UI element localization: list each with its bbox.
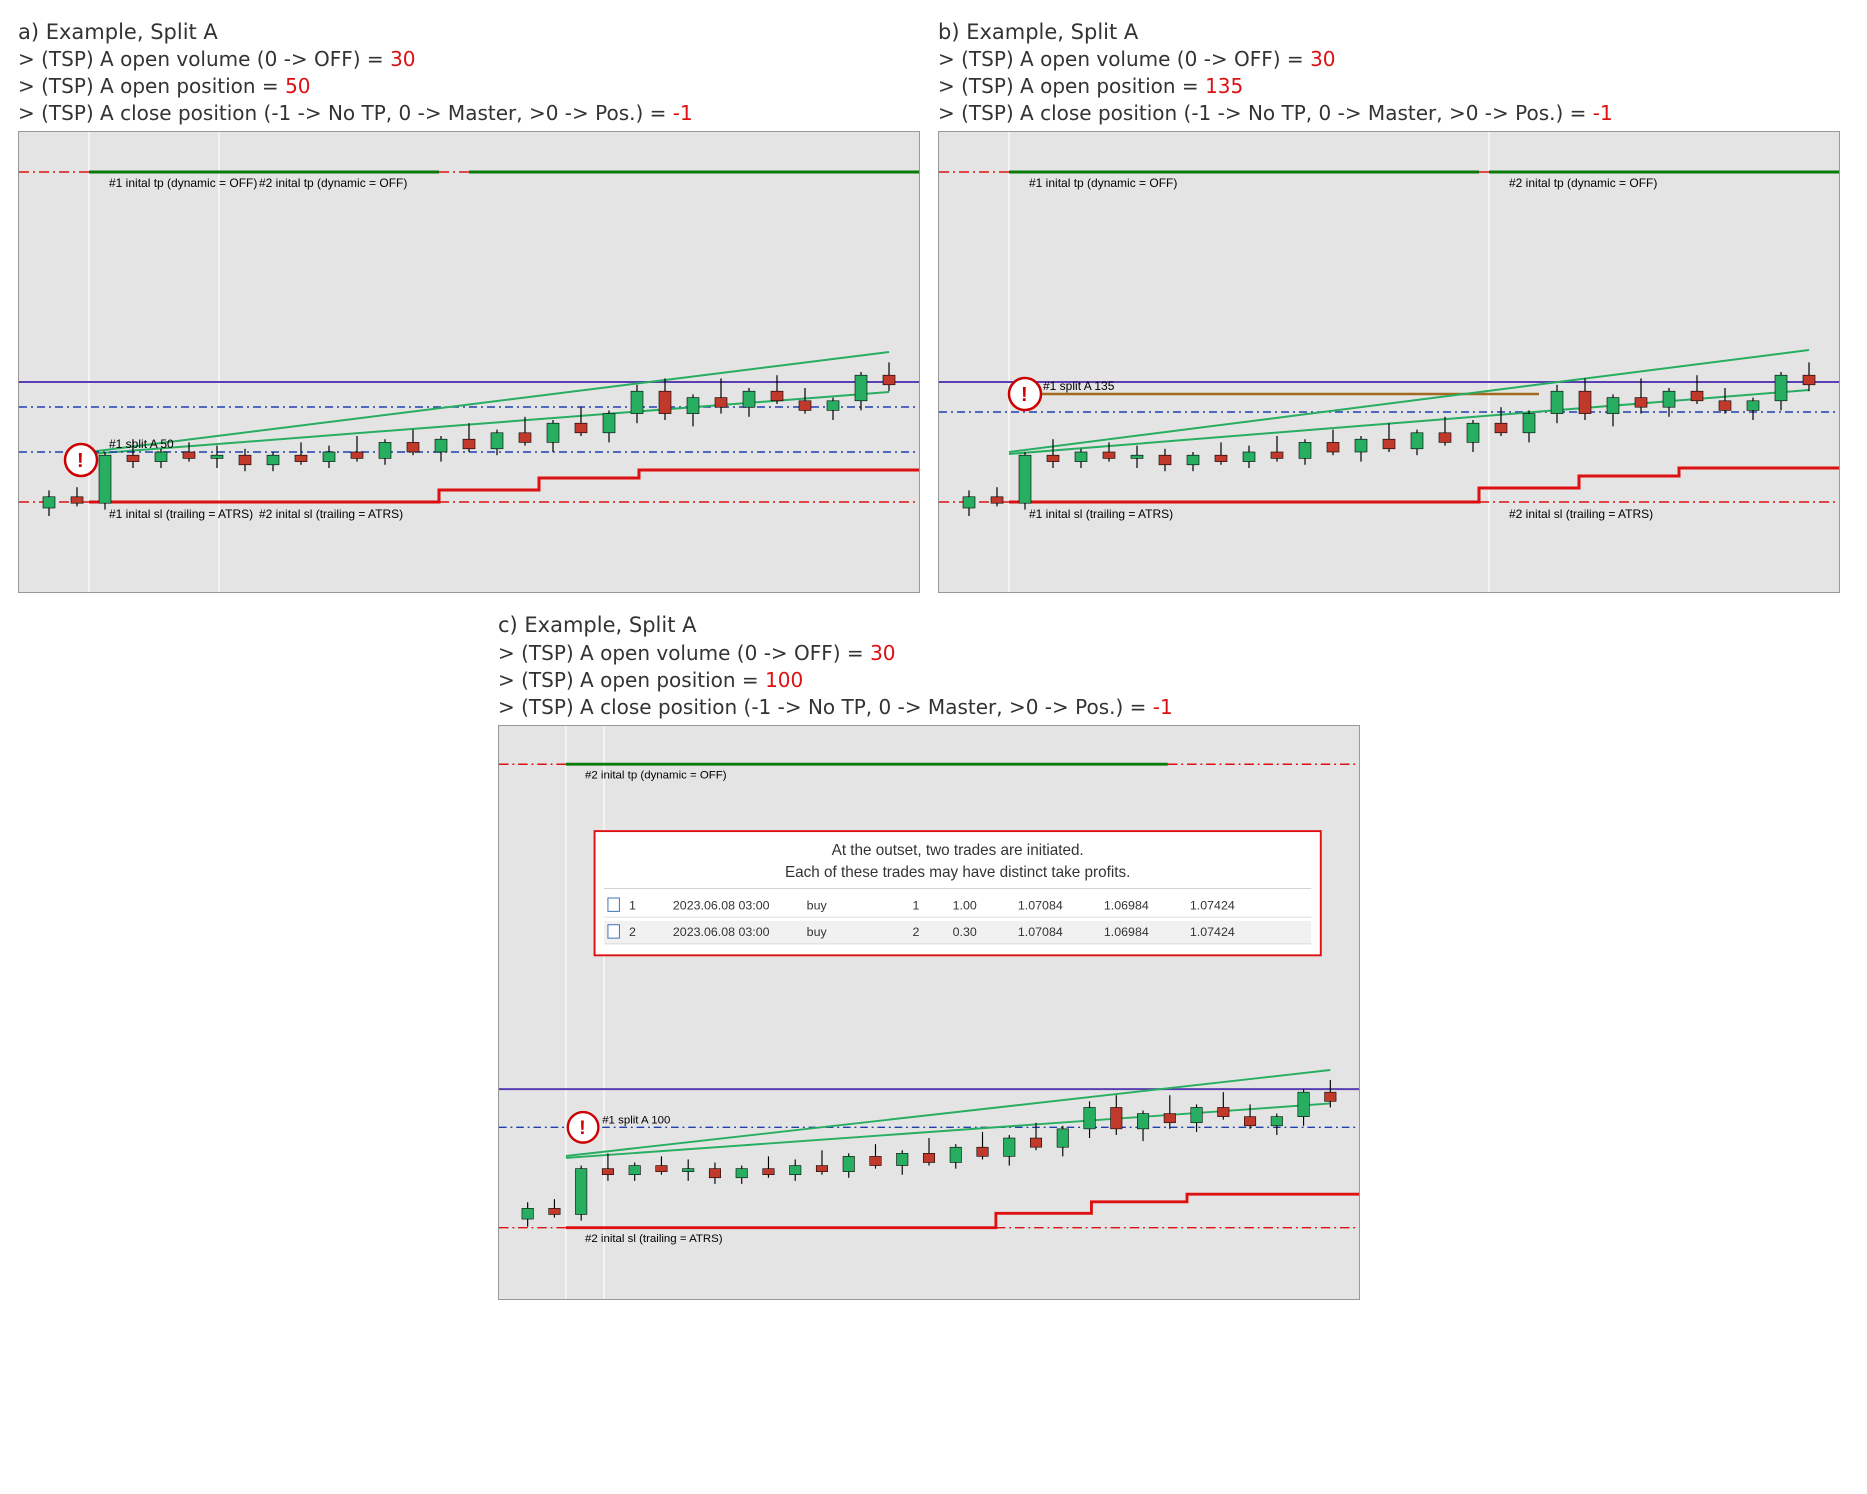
- chart-c-svg: #2 inital tp (dynamic = OFF) At the outs…: [499, 726, 1359, 1299]
- example-b-param-1: > (TSP) A open volume (0 -> OFF) = 30: [938, 46, 1838, 73]
- table-cell: 1: [913, 898, 920, 912]
- ann-sl1: #1 inital sl (trailing = ATRS): [1029, 507, 1173, 521]
- example-a-param-2: > (TSP) A open position = 50: [18, 73, 918, 100]
- page-icon: [608, 924, 619, 937]
- table-cell: 1.07084: [1018, 898, 1063, 912]
- table-cell: buy: [807, 898, 828, 912]
- table-cell: 1.07084: [1018, 925, 1063, 939]
- example-b-param-2: > (TSP) A open position = 135: [938, 73, 1838, 100]
- page-icon: [608, 898, 619, 911]
- param-label: > (TSP) A open position =: [18, 74, 285, 98]
- chart-a[interactable]: #1 inital tp (dynamic = OFF) #2 inital t…: [18, 131, 920, 593]
- ann-tp: #2 inital tp (dynamic = OFF): [585, 769, 727, 781]
- example-a-param-3: > (TSP) A close position (-1 -> No TP, 0…: [18, 100, 918, 127]
- param-value: 50: [285, 74, 310, 98]
- example-c-captions: c) Example, Split A > (TSP) A open volum…: [498, 611, 1358, 720]
- param-label: > (TSP) A close position (-1 -> No TP, 0…: [938, 101, 1593, 125]
- example-b-title: b) Example, Split A: [938, 18, 1838, 46]
- param-label: > (TSP) A close position (-1 -> No TP, 0…: [18, 101, 673, 125]
- trades-caption-line1: At the outset, two trades are initiated.: [832, 842, 1084, 859]
- example-a-captions: a) Example, Split A > (TSP) A open volum…: [18, 18, 918, 127]
- ann-split: #1 split A 100: [602, 1114, 670, 1126]
- marker-glyph: !: [1021, 384, 1028, 406]
- param-value: 100: [765, 668, 803, 692]
- chart-a-svg: #1 inital tp (dynamic = OFF) #2 inital t…: [19, 132, 919, 592]
- ann-tp1: #1 inital tp (dynamic = OFF): [109, 176, 257, 190]
- table-cell: 1.00: [953, 898, 977, 912]
- ann-tp1: #1 inital tp (dynamic = OFF): [1029, 176, 1177, 190]
- ann-sl2: #2 inital sl (trailing = ATRS): [1509, 507, 1653, 521]
- param-label: > (TSP) A open volume (0 -> OFF) =: [938, 47, 1310, 71]
- example-c-title: c) Example, Split A: [498, 611, 1358, 639]
- param-label: > (TSP) A open volume (0 -> OFF) =: [498, 641, 870, 665]
- marker-glyph: !: [579, 1118, 585, 1139]
- param-value: -1: [1593, 101, 1613, 125]
- example-b: b) Example, Split A > (TSP) A open volum…: [938, 18, 1838, 593]
- chart-b[interactable]: #1 inital tp (dynamic = OFF) #2 inital t…: [938, 131, 1840, 593]
- param-label: > (TSP) A close position (-1 -> No TP, 0…: [498, 695, 1153, 719]
- table-cell: 1.07424: [1190, 898, 1235, 912]
- param-value: 135: [1205, 74, 1243, 98]
- chart-c[interactable]: #2 inital tp (dynamic = OFF) At the outs…: [498, 725, 1360, 1300]
- ann-tp2: #2 inital tp (dynamic = OFF): [1509, 176, 1657, 190]
- table-cell: 1.06984: [1104, 925, 1149, 939]
- param-label: > (TSP) A open position =: [498, 668, 765, 692]
- example-c-param-3: > (TSP) A close position (-1 -> No TP, 0…: [498, 694, 1358, 721]
- table-cell: 1.06984: [1104, 898, 1149, 912]
- table-cell: 1.07424: [1190, 925, 1235, 939]
- table-cell: 1: [629, 898, 636, 912]
- example-a: a) Example, Split A > (TSP) A open volum…: [18, 18, 918, 593]
- marker-glyph: !: [77, 450, 84, 472]
- example-c-param-2: > (TSP) A open position = 100: [498, 667, 1358, 694]
- param-value: -1: [673, 101, 693, 125]
- table-cell: buy: [807, 925, 828, 939]
- table-cell: 2: [913, 925, 920, 939]
- table-cell: 2023.06.08 03:00: [673, 925, 770, 939]
- table-cell: 0.30: [953, 925, 977, 939]
- example-a-title: a) Example, Split A: [18, 18, 918, 46]
- example-b-param-3: > (TSP) A close position (-1 -> No TP, 0…: [938, 100, 1838, 127]
- ann-split: #1 split A 135: [1043, 379, 1115, 393]
- chart-b-svg: #1 inital tp (dynamic = OFF) #2 inital t…: [939, 132, 1839, 592]
- example-c: c) Example, Split A > (TSP) A open volum…: [498, 611, 1358, 1300]
- param-value: 30: [870, 641, 895, 665]
- table-cell: 2: [629, 925, 636, 939]
- param-value: 30: [390, 47, 415, 71]
- example-b-captions: b) Example, Split A > (TSP) A open volum…: [938, 18, 1838, 127]
- trades-caption-line2: Each of these trades may have distinct t…: [785, 864, 1130, 881]
- ann-tp2: #2 inital tp (dynamic = OFF): [259, 176, 407, 190]
- ann-sl1: #1 inital sl (trailing = ATRS): [109, 507, 253, 521]
- ann-sl: #2 inital sl (trailing = ATRS): [585, 1233, 723, 1245]
- example-c-param-1: > (TSP) A open volume (0 -> OFF) = 30: [498, 640, 1358, 667]
- example-a-param-1: > (TSP) A open volume (0 -> OFF) = 30: [18, 46, 918, 73]
- param-label: > (TSP) A open position =: [938, 74, 1205, 98]
- param-label: > (TSP) A open volume (0 -> OFF) =: [18, 47, 390, 71]
- param-value: -1: [1153, 695, 1173, 719]
- param-value: 30: [1310, 47, 1335, 71]
- ann-split: #1 split A 50: [109, 437, 174, 451]
- ann-sl2: #2 inital sl (trailing = ATRS): [259, 507, 403, 521]
- table-cell: 2023.06.08 03:00: [673, 898, 770, 912]
